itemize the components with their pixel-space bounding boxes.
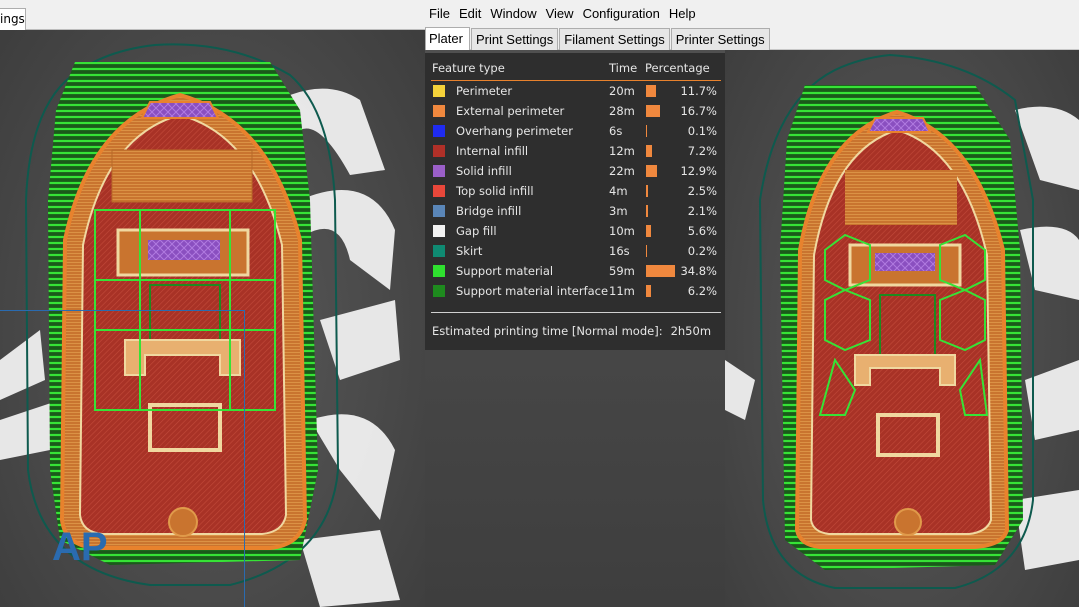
estimated-time-label: Estimated printing time [Normal mode]: bbox=[432, 324, 663, 338]
color-swatch bbox=[433, 165, 445, 177]
feature-label: Solid infill bbox=[456, 164, 512, 178]
feature-time: 6s bbox=[609, 124, 623, 138]
app-chrome: File Edit Window View Configuration Help… bbox=[425, 0, 1079, 50]
feature-type-legend: Feature type Time Percentage Perimeter 20… bbox=[425, 53, 725, 350]
menu-file[interactable]: File bbox=[425, 4, 454, 24]
feature-time: 20m bbox=[609, 84, 635, 98]
estimated-time-value: 2h50m bbox=[670, 324, 712, 338]
main-tabs: Plater Print Settings Filament Settings … bbox=[425, 27, 771, 50]
watermark-text: AP bbox=[52, 525, 108, 566]
color-swatch bbox=[433, 205, 445, 217]
feature-label: Support material interface bbox=[456, 284, 609, 298]
percentage-bar bbox=[646, 105, 660, 117]
feature-label: External perimeter bbox=[456, 104, 565, 118]
rudder-post bbox=[168, 507, 198, 537]
feature-label: Gap fill bbox=[456, 224, 497, 238]
percentage-bar bbox=[646, 185, 648, 197]
feature-percentage: 2.1% bbox=[687, 204, 717, 218]
tab-print-settings[interactable]: Print Settings bbox=[470, 28, 559, 50]
feature-label: Bridge infill bbox=[456, 204, 522, 218]
percentage-bar bbox=[646, 145, 652, 157]
percentage-bar bbox=[646, 205, 648, 217]
feature-percentage: 12.9% bbox=[680, 164, 717, 178]
color-swatch bbox=[433, 225, 445, 237]
legend-row: External perimeter 28m 16.7% bbox=[425, 101, 725, 121]
menu-window[interactable]: Window bbox=[486, 4, 540, 24]
feature-percentage: 2.5% bbox=[687, 184, 717, 198]
ap-logo: AP bbox=[50, 522, 130, 566]
header-feature-type: Feature type bbox=[432, 61, 505, 75]
legend-row: Bridge infill 3m 2.1% bbox=[425, 201, 725, 221]
right-toolpath-preview bbox=[725, 53, 1079, 589]
legend-row: Support material 59m 34.8% bbox=[425, 261, 725, 281]
feature-percentage: 34.8% bbox=[680, 264, 717, 278]
feature-percentage: 6.2% bbox=[687, 284, 717, 298]
estimated-time: Estimated printing time [Normal mode]: 2h… bbox=[432, 322, 711, 340]
feature-time: 28m bbox=[609, 104, 635, 118]
percentage-bar bbox=[646, 225, 651, 237]
legend-row: Overhang perimeter 6s 0.1% bbox=[425, 121, 725, 141]
legend-row: Gap fill 10m 5.6% bbox=[425, 221, 725, 241]
color-swatch bbox=[433, 125, 445, 137]
feature-percentage: 5.6% bbox=[687, 224, 717, 238]
menu-bar: File Edit Window View Configuration Help bbox=[425, 4, 701, 24]
color-swatch bbox=[433, 245, 445, 257]
feature-time: 3m bbox=[609, 204, 628, 218]
tab-filament-settings[interactable]: Filament Settings bbox=[559, 28, 670, 50]
legend-header: Feature type Time Percentage bbox=[425, 59, 725, 77]
menu-view[interactable]: View bbox=[542, 4, 578, 24]
feature-percentage: 0.1% bbox=[687, 124, 717, 138]
percentage-bar bbox=[646, 265, 675, 277]
left-toolpath-preview bbox=[0, 43, 400, 607]
feature-label: Overhang perimeter bbox=[456, 124, 573, 138]
legend-row: Top solid infill 4m 2.5% bbox=[425, 181, 725, 201]
feature-time: 22m bbox=[609, 164, 635, 178]
feature-time: 11m bbox=[609, 284, 635, 298]
legend-row: Skirt 16s 0.2% bbox=[425, 241, 725, 261]
tab-plater[interactable]: Plater bbox=[425, 27, 470, 50]
feature-percentage: 0.2% bbox=[687, 244, 717, 258]
legend-row: Perimeter 20m 11.7% bbox=[425, 81, 725, 101]
feature-time: 59m bbox=[609, 264, 635, 278]
left-window-tabstrip: ings bbox=[0, 0, 425, 30]
color-swatch bbox=[433, 105, 445, 117]
left-3d-viewport[interactable]: AP bbox=[0, 0, 425, 607]
feature-time: 16s bbox=[609, 244, 630, 258]
color-swatch bbox=[433, 265, 445, 277]
legend-row: Internal infill 12m 7.2% bbox=[425, 141, 725, 161]
feature-label: Internal infill bbox=[456, 144, 529, 158]
menu-edit[interactable]: Edit bbox=[455, 4, 485, 24]
feature-percentage: 7.2% bbox=[687, 144, 717, 158]
color-swatch bbox=[433, 285, 445, 297]
legend-row: Solid infill 22m 12.9% bbox=[425, 161, 725, 181]
tab-settings-truncated[interactable]: ings bbox=[0, 8, 26, 30]
header-percentage: Percentage bbox=[645, 61, 710, 75]
percentage-bar bbox=[646, 125, 647, 137]
legend-row: Support material interface 11m 6.2% bbox=[425, 281, 725, 301]
percentage-bar bbox=[646, 285, 651, 297]
feature-label: Top solid infill bbox=[456, 184, 534, 198]
percentage-bar bbox=[646, 85, 656, 97]
feature-label: Support material bbox=[456, 264, 554, 278]
menu-configuration[interactable]: Configuration bbox=[579, 4, 664, 24]
feature-label: Perimeter bbox=[456, 84, 513, 98]
legend-footer-divider bbox=[431, 312, 721, 313]
feature-time: 12m bbox=[609, 144, 635, 158]
feature-percentage: 16.7% bbox=[680, 104, 717, 118]
percentage-bar bbox=[646, 245, 647, 257]
header-time: Time bbox=[609, 61, 638, 75]
color-swatch bbox=[433, 85, 445, 97]
menu-help[interactable]: Help bbox=[665, 4, 700, 24]
right-3d-viewport[interactable] bbox=[725, 0, 1079, 607]
color-swatch bbox=[433, 145, 445, 157]
color-swatch bbox=[433, 185, 445, 197]
tab-printer-settings[interactable]: Printer Settings bbox=[670, 28, 770, 50]
feature-time: 10m bbox=[609, 224, 635, 238]
feature-time: 4m bbox=[609, 184, 628, 198]
feature-label: Skirt bbox=[456, 244, 483, 258]
feature-percentage: 11.7% bbox=[680, 84, 717, 98]
percentage-bar bbox=[646, 165, 657, 177]
